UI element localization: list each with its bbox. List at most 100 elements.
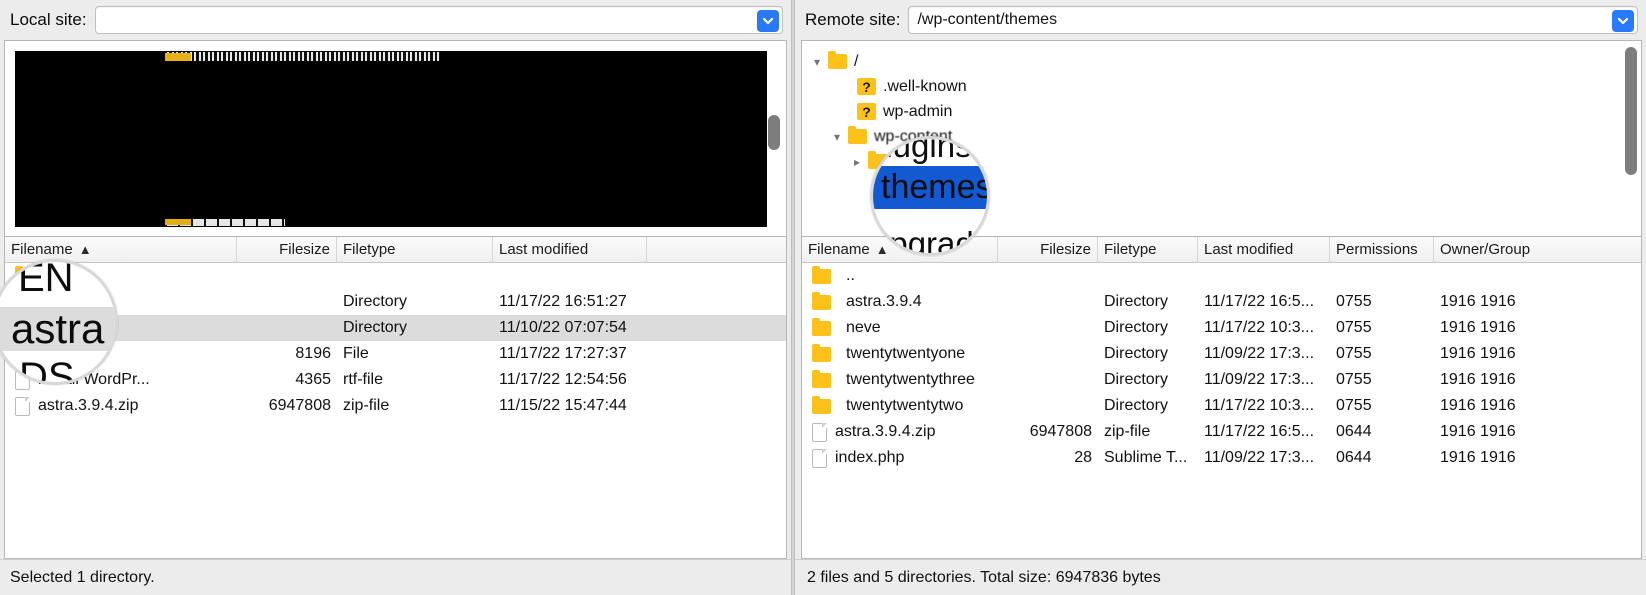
remote-row-name-label: index.php (835, 449, 905, 466)
remote-row-name-label: neve (846, 319, 881, 336)
remote-column-filetype[interactable]: Filetype (1098, 237, 1198, 263)
local-status-bar: Selected 1 directory. (0, 559, 791, 595)
remote-row-type: Directory (1104, 371, 1169, 388)
local-column-filename[interactable]: Filename ▲ (5, 237, 237, 263)
remote-row-permissions (1330, 263, 1434, 289)
local-site-input[interactable] (94, 6, 783, 34)
remote-row-size (998, 393, 1098, 419)
tree-item-wp-admin[interactable]: ▾ ? wp-admin (802, 99, 1641, 124)
table-row[interactable]: astra.3.9.4.zip 6947808 zip-file 11/17/2… (802, 419, 1641, 445)
local-directory-tree[interactable] (4, 40, 787, 236)
remote-row-modified (1198, 263, 1330, 289)
tree-item-wp-content-label: wp-content (874, 127, 953, 145)
remote-row-size (998, 263, 1098, 289)
redacted-tree-row-top (165, 52, 440, 61)
remote-row-owner: 1916 1916 (1440, 397, 1516, 414)
tree-item-themes-label: themes (894, 152, 947, 170)
local-site-label: Local site: (10, 10, 87, 29)
chevron-down-icon[interactable]: ▾ (826, 130, 848, 144)
remote-site-dropdown-button[interactable] (1612, 10, 1634, 32)
remote-column-ownergroup[interactable]: Owner/Group (1434, 237, 1641, 263)
local-column-filesize[interactable]: Filesize (237, 237, 337, 263)
remote-list-rows: .. astra.3.9.4 Directory 11/17/22 16:5..… (802, 263, 1641, 558)
table-row[interactable]: neve Directory 11/17/22 10:3... 0755 191… (802, 315, 1641, 341)
remote-row-modified: 11/09/22 17:3... (1204, 449, 1315, 466)
table-row[interactable]: index.php 28 Sublime T... 11/09/22 17:3.… (802, 445, 1641, 471)
table-row[interactable]: astra.3.9.4 Directory 11/17/22 16:5... 0… (802, 289, 1641, 315)
chevron-down-icon (1617, 17, 1629, 25)
table-row[interactable]: Directory 11/10/22 07:07:54 (5, 315, 786, 341)
remote-row-permissions: 0644 (1336, 449, 1372, 466)
local-row-spacer (647, 263, 786, 289)
local-column-filename-label: Filename (11, 240, 73, 258)
remote-column-lastmodified[interactable]: Last modified (1198, 237, 1330, 263)
local-row-name: astra.3.9.4.zip (5, 393, 237, 419)
tree-item-themes[interactable]: ▸ themes (802, 149, 1641, 174)
table-row[interactable]: astra.3.9.4.zip 6947808 zip-file 11/15/2… (5, 393, 786, 419)
remote-row-modified: 11/09/22 17:3... (1204, 371, 1315, 388)
remote-row-name-label: .. (846, 267, 855, 284)
filezilla-window: Local site: Filename ▲ Filesize Filetype… (0, 0, 1646, 595)
table-row[interactable]: install WordPr... 4365 rtf-file 11/17/22… (5, 367, 786, 393)
table-row[interactable] (5, 263, 786, 289)
local-row-modified: 11/17/22 16:51:27 (499, 293, 627, 310)
remote-row-permissions: 0644 (1336, 423, 1372, 440)
local-row-type: rtf-file (343, 371, 383, 388)
table-row[interactable]: twentytwentytwo Directory 11/17/22 10:3.… (802, 393, 1641, 419)
chevron-down-icon[interactable]: ▾ (806, 55, 828, 69)
remote-row-name: neve (802, 315, 998, 341)
local-row-spacer (647, 393, 786, 419)
remote-row-type: Directory (1104, 293, 1169, 310)
remote-directory-tree[interactable]: ▾ / ▾ ? .well-known ▾ ? wp-admin ▾ (801, 40, 1642, 236)
table-row[interactable]: Directory 11/17/22 16:51:27 (5, 289, 786, 315)
remote-row-name-label: twentytwentyone (846, 345, 966, 362)
tree-item-well-known[interactable]: ▾ ? .well-known (802, 74, 1641, 99)
table-row[interactable]: .. (802, 263, 1641, 289)
tree-item-wp-content[interactable]: ▾ wp-content (802, 124, 1641, 149)
local-site-dropdown-button[interactable] (757, 10, 779, 32)
local-row-spacer (647, 289, 786, 315)
remote-row-permissions: 0755 (1336, 319, 1372, 336)
local-site-bar: Local site: (0, 0, 791, 40)
local-row-name (5, 289, 237, 315)
remote-tree-scrollbar[interactable] (1625, 47, 1637, 231)
remote-site-value: /wp-content/themes (917, 11, 1058, 28)
local-tree-scrollbar-thumb[interactable] (768, 115, 780, 150)
remote-row-name-label: astra.3.9.4.zip (835, 423, 936, 440)
table-row[interactable]: twentytwentythree Directory 11/09/22 17:… (802, 367, 1641, 393)
remote-column-filename[interactable]: Filename ▲ (802, 237, 998, 263)
file-icon (15, 370, 30, 390)
remote-column-filesize[interactable]: Filesize (998, 237, 1098, 263)
chevron-right-icon[interactable]: ▸ (846, 155, 868, 169)
remote-pane: Remote site: /wp-content/themes ▾ / ▾ (795, 0, 1646, 595)
chevron-down-icon (762, 17, 774, 25)
remote-row-modified: 11/17/22 10:3... (1204, 319, 1315, 336)
remote-column-permissions[interactable]: Permissions (1330, 237, 1434, 263)
folder-icon (812, 369, 831, 388)
question-icon: ? (857, 78, 876, 95)
remote-site-input[interactable]: /wp-content/themes (908, 6, 1638, 34)
remote-row-modified: 11/09/22 17:3... (1204, 345, 1315, 362)
local-file-list[interactable]: Filename ▲ Filesize Filetype Last modifi… (4, 236, 787, 559)
local-column-lastmodified[interactable]: Last modified (493, 237, 647, 263)
local-column-filetype[interactable]: Filetype (337, 237, 493, 263)
table-row[interactable]: twentytwentyone Directory 11/09/22 17:3.… (802, 341, 1641, 367)
remote-tree-scrollbar-thumb[interactable] (1625, 47, 1637, 175)
remote-row-type: Directory (1104, 319, 1169, 336)
remote-file-list[interactable]: Filename ▲ Filesize Filetype Last modifi… (801, 236, 1642, 559)
remote-row-name: astra.3.9.4 (802, 289, 998, 315)
folder-icon (812, 343, 831, 362)
remote-row-permissions: 0755 (1336, 293, 1372, 310)
folder-icon (15, 265, 34, 284)
local-row-name (5, 263, 237, 289)
local-row-modified: 11/17/22 17:27:37 (499, 345, 627, 362)
remote-row-name-label: twentytwentythree (846, 371, 975, 388)
remote-row-owner (1434, 263, 1641, 289)
tree-item-root[interactable]: ▾ / (802, 49, 1641, 74)
table-row[interactable]: 8196 File 11/17/22 17:27:37 (5, 341, 786, 367)
tree-item-wp-admin-label: wp-admin (883, 102, 953, 120)
remote-row-size (998, 341, 1098, 367)
local-tree-scrollbar[interactable] (768, 53, 780, 223)
remote-site-label: Remote site: (805, 10, 901, 29)
tree-twisty-placeholder: ▾ (835, 80, 857, 94)
